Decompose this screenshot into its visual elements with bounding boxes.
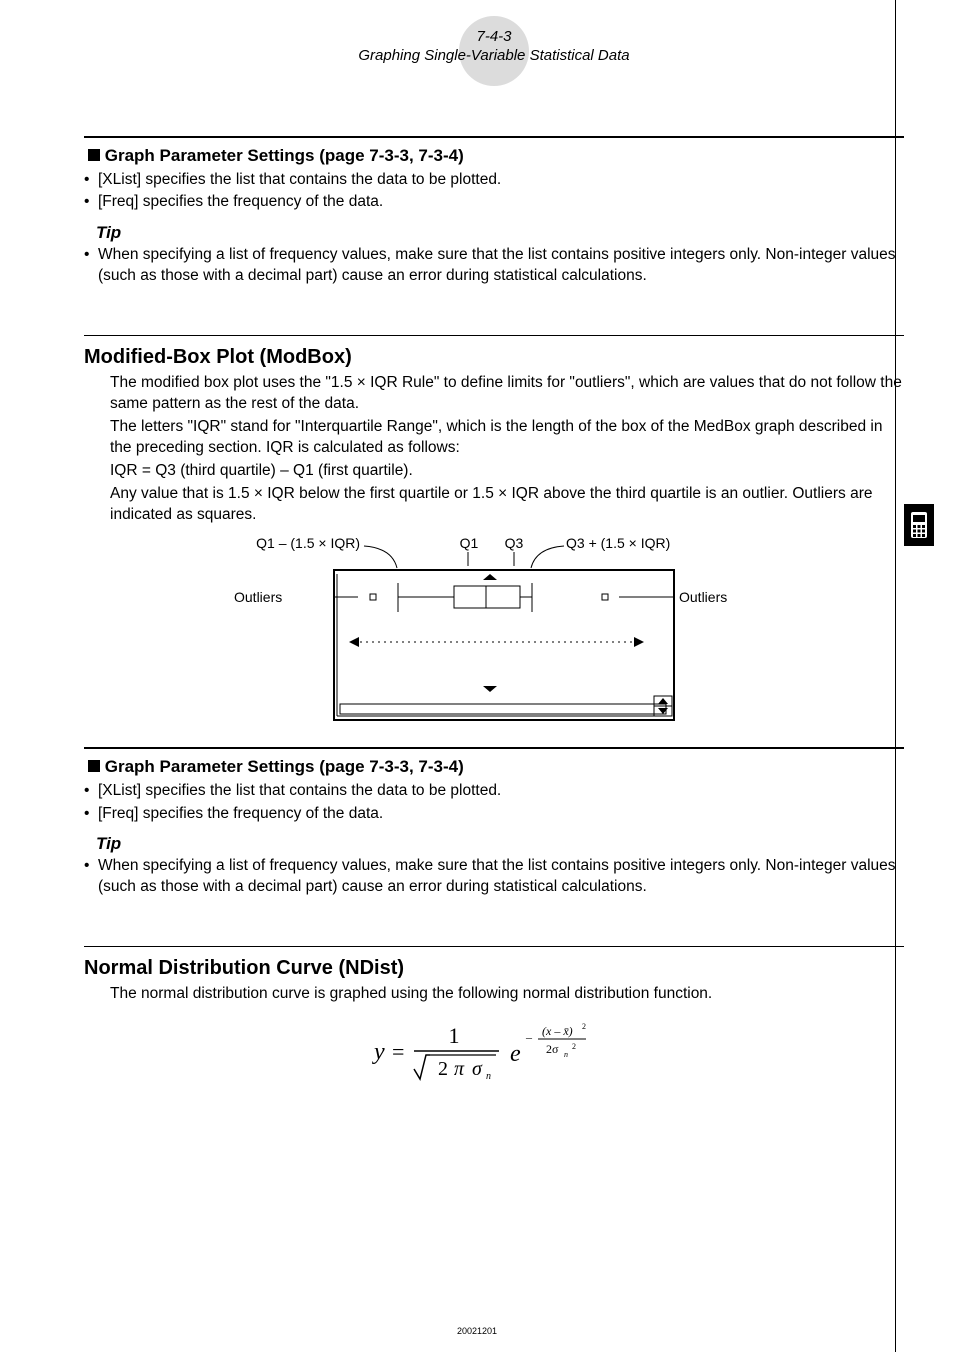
right-arrow-icon [634, 637, 644, 647]
svg-text:2: 2 [582, 1022, 586, 1031]
body-text: IQR = Q3 (third quartile) – Q1 (first qu… [110, 461, 904, 482]
rule [84, 946, 904, 947]
svg-text:y: y [372, 1039, 385, 1065]
svg-text:n: n [564, 1050, 568, 1059]
section-heading: Graph Parameter Settings (page 7-3-3, 7-… [84, 146, 904, 166]
body-text: Any value that is 1.5 × IQR below the fi… [110, 484, 904, 526]
subsection-title: Normal Distribution Curve (NDist) [84, 957, 904, 980]
svg-text:–: – [525, 1030, 533, 1044]
tip-heading: Tip [96, 834, 904, 854]
body-text: The normal distribution curve is graphed… [110, 984, 904, 1005]
svg-text:π: π [454, 1058, 465, 1080]
bullet-item: [Freq] specifies the frequency of the da… [84, 192, 904, 213]
section-heading: Graph Parameter Settings (page 7-3-3, 7-… [84, 757, 904, 777]
label-q1-lower: Q1 – (1.5 × IQR) [256, 535, 360, 551]
footer-date: 20021201 [0, 1326, 954, 1336]
rule [84, 747, 904, 749]
bullet-item: [XList] specifies the list that contains… [84, 781, 904, 802]
label-q3-upper: Q3 + (1.5 × IQR) [566, 535, 670, 551]
svg-text:2: 2 [572, 1042, 576, 1051]
svg-text:2: 2 [438, 1058, 448, 1080]
square-bullet-icon [88, 757, 100, 777]
svg-text:1: 1 [449, 1023, 460, 1048]
header-page-num: 7-4-3 [476, 28, 511, 47]
svg-text:=: = [392, 1039, 404, 1064]
rule [84, 335, 904, 336]
outliers-left-label: Outliers [234, 589, 282, 605]
up-arrow-icon [483, 574, 497, 580]
svg-text:(x – x̄): (x – x̄) [542, 1024, 573, 1038]
label-q1: Q1 [460, 535, 479, 551]
tip-heading: Tip [96, 223, 904, 243]
outliers-right-label: Outliers [679, 589, 727, 605]
square-bullet-icon [88, 146, 100, 166]
section-title-text: Graph Parameter Settings (page 7-3-3, 7-… [105, 146, 464, 165]
left-arrow-icon [349, 637, 359, 647]
normal-dist-formula: y = 1 2 π σ n e – (x – x̄) 2 2σ n 2 [84, 1017, 904, 1092]
calculator-badge-icon [904, 504, 934, 546]
down-arrow-icon [483, 686, 497, 692]
scroll-arrows-icon [654, 696, 672, 716]
svg-text:e: e [510, 1041, 521, 1067]
page-header: 7-4-3 Graphing Single-Variable Statistic… [84, 28, 904, 66]
svg-text:σ: σ [472, 1058, 483, 1080]
tip-text: When specifying a list of frequency valu… [84, 245, 904, 287]
body-text: The letters "IQR" stand for "Interquarti… [110, 417, 904, 459]
modbox-diagram: Q1 – (1.5 × IQR) Q1 Q3 Q3 + (1.5 × IQR) [84, 534, 904, 735]
tip-text: When specifying a list of frequency valu… [84, 856, 904, 898]
subsection-title: Modified-Box Plot (ModBox) [84, 346, 904, 369]
bullet-item: [Freq] specifies the frequency of the da… [84, 804, 904, 825]
body-text: The modified box plot uses the "1.5 × IQ… [110, 373, 904, 415]
svg-text:n: n [486, 1071, 491, 1082]
label-q3: Q3 [505, 535, 524, 551]
section-title-text: Graph Parameter Settings (page 7-3-3, 7-… [105, 757, 464, 776]
rule [84, 136, 904, 138]
bullet-item: [XList] specifies the list that contains… [84, 170, 904, 191]
svg-text:2σ: 2σ [546, 1042, 559, 1056]
header-section-title: Graphing Single-Variable Statistical Dat… [358, 47, 629, 66]
